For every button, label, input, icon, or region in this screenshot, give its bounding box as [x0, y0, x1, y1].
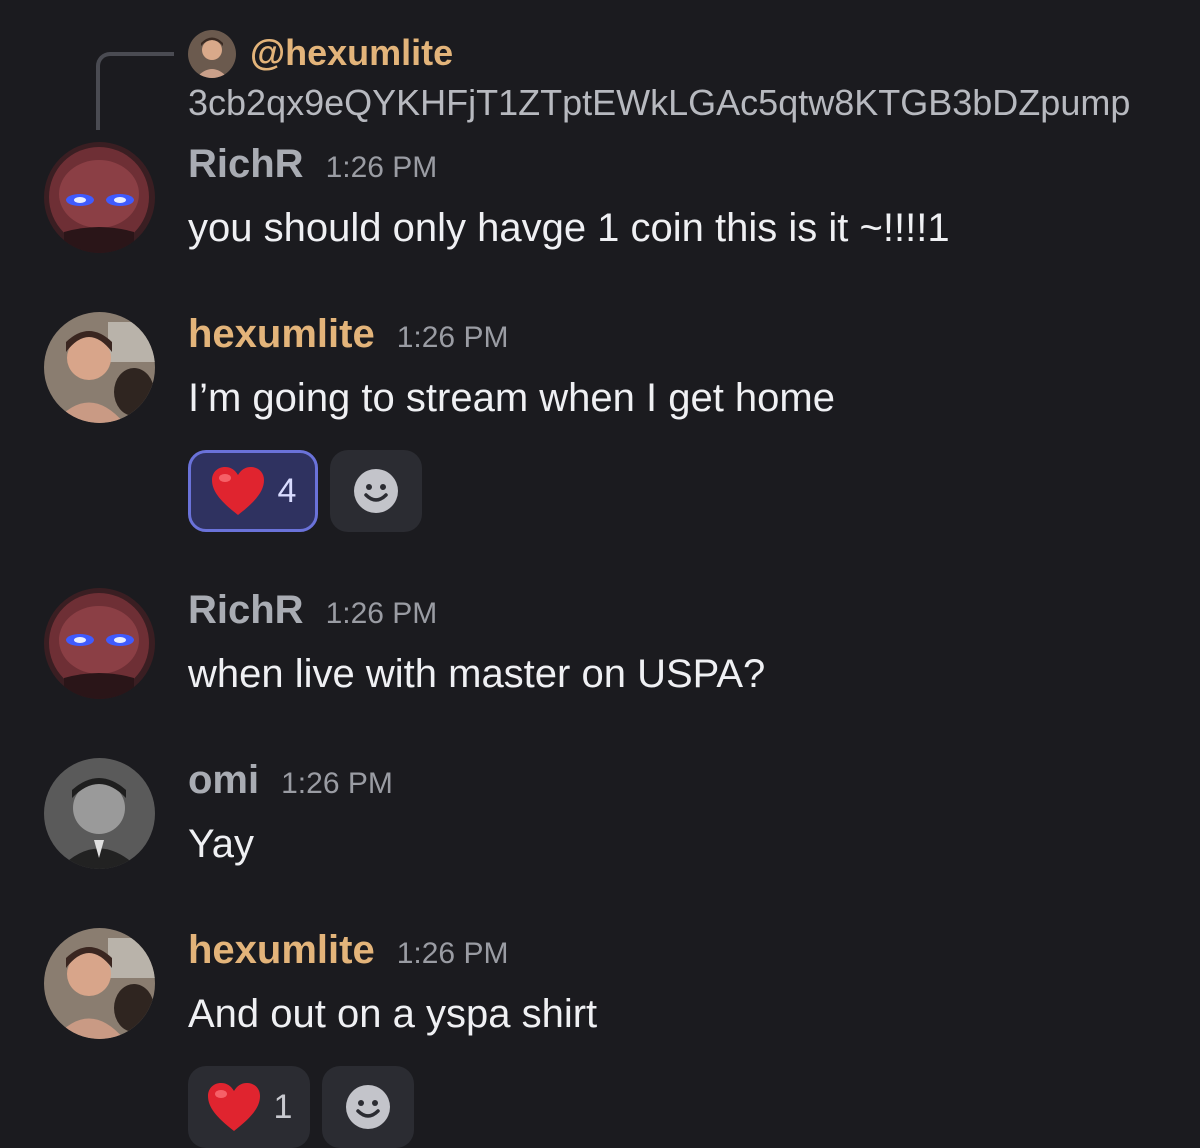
smiley-icon [346, 1085, 390, 1129]
heart-reaction-button[interactable]: 1 [188, 1066, 310, 1148]
timestamp: 1:26 PM [325, 151, 438, 184]
reply-avatar[interactable] [188, 30, 236, 78]
reply-preview-text[interactable]: 3cb2qx9eQYKHFjT1ZTptEWkLGAc5qtw8KTGB3bDZ… [188, 82, 1130, 124]
message-header: RichR 1:26 PM [188, 142, 437, 187]
timestamp: 1:26 PM [396, 321, 509, 354]
message-header: RichR 1:26 PM [188, 588, 437, 633]
add-reaction-button[interactable] [330, 450, 422, 532]
author-name[interactable]: omi [188, 758, 259, 802]
timestamp: 1:26 PM [325, 597, 438, 630]
reaction-count: 1 [273, 1087, 293, 1126]
timestamp: 1:26 PM [281, 767, 393, 800]
timestamp: 1:26 PM [396, 937, 509, 970]
add-reaction-button[interactable] [322, 1066, 414, 1148]
glowing-eyes-avatar[interactable] [44, 588, 155, 699]
omi-avatar[interactable] [44, 758, 155, 869]
reactions-bar: 1 [188, 1066, 414, 1148]
smiley-icon [354, 469, 398, 513]
message-header: hexumlite 1:26 PM [188, 312, 508, 357]
reply-connector-line [96, 52, 174, 130]
author-name[interactable]: hexumlite [188, 312, 375, 356]
author-name[interactable]: RichR [188, 588, 304, 632]
author-name[interactable]: hexumlite [188, 928, 375, 972]
author-name[interactable]: RichR [188, 142, 304, 186]
message-text: Yay [188, 822, 254, 866]
heart-icon [211, 467, 264, 515]
heart-icon [207, 1083, 260, 1131]
message-text: And out on a yspa shirt [188, 992, 598, 1036]
message-header: omi 1:26 PM [188, 758, 393, 803]
heart-reaction-button[interactable]: 4 [188, 450, 318, 532]
message-header: hexumlite 1:26 PM [188, 928, 508, 973]
reaction-count: 4 [277, 471, 297, 510]
reactions-bar: 4 [188, 450, 422, 532]
hexumlite-avatar[interactable] [44, 312, 155, 423]
message-text: when live with master on USPA? [188, 652, 766, 696]
message-text: I’m going to stream when I get home [188, 376, 835, 420]
glowing-eyes-avatar[interactable] [44, 142, 155, 253]
hexumlite-avatar[interactable] [44, 928, 155, 1039]
message-text: you should only havge 1 coin this is it … [188, 206, 950, 250]
reply-author[interactable]: @hexumlite [250, 32, 453, 74]
